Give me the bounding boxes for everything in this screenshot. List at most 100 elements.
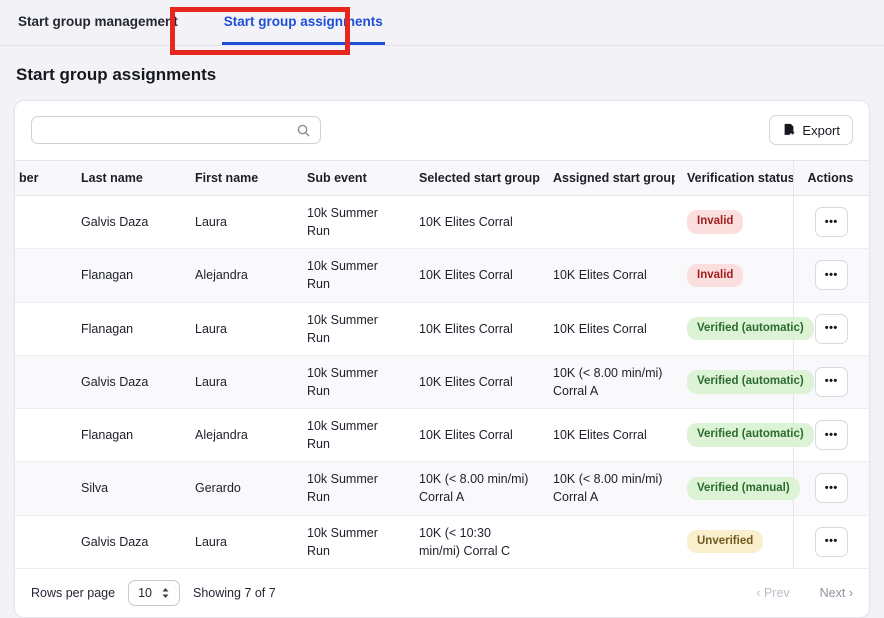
column-header-sub-event: Sub event — [295, 161, 407, 196]
cell-assigned-start-group — [541, 515, 675, 568]
column-header-selected-start-group: Selected start group — [407, 161, 541, 196]
row-actions-menu-button[interactable]: ••• — [815, 314, 848, 344]
pagination: ‹ Prev Next › — [756, 586, 853, 600]
cell-bib-number — [15, 515, 69, 568]
column-header-actions: Actions — [793, 161, 869, 196]
verification-status-badge: Invalid — [687, 264, 743, 288]
cell-actions: ••• — [793, 249, 869, 302]
next-page-button[interactable]: Next › — [820, 586, 853, 600]
tab-start-group-assignments[interactable]: Start group assignments — [222, 0, 385, 45]
rows-per-page-select[interactable]: 10 — [128, 580, 180, 606]
cell-sub-event: 10k Summer Run — [295, 409, 407, 462]
cell-last-name: Silva — [69, 462, 183, 515]
cell-verification-status: Invalid — [675, 196, 793, 249]
tab-start-group-management[interactable]: Start group management — [16, 0, 180, 45]
column-header-verification-status: Verification status — [675, 161, 793, 196]
verification-status-badge: Verified (automatic) — [687, 317, 814, 341]
cell-verification-status: Verified (automatic) — [675, 302, 793, 355]
cell-verification-status: Invalid — [675, 249, 793, 302]
cell-bib-number — [15, 302, 69, 355]
cell-bib-number — [15, 355, 69, 408]
assignments-table: ber Last name First name Sub event Selec… — [15, 160, 869, 569]
cell-sub-event: 10k Summer Run — [295, 515, 407, 568]
cell-last-name: Flanagan — [69, 302, 183, 355]
column-header-first-name: First name — [183, 161, 295, 196]
rows-per-page-label: Rows per page — [31, 586, 115, 600]
verification-status-badge: Unverified — [687, 530, 763, 554]
column-header-assigned-start-group: Assigned start group — [541, 161, 675, 196]
cell-verification-status: Verified (automatic) — [675, 409, 793, 462]
cell-first-name: Laura — [183, 196, 295, 249]
row-actions-menu-button[interactable]: ••• — [815, 527, 848, 557]
search-icon — [296, 123, 311, 138]
assignments-card: Export ber Last name First name Sub even… — [14, 100, 870, 618]
cell-actions: ••• — [793, 462, 869, 515]
cell-verification-status: Verified (automatic) — [675, 355, 793, 408]
table-row: Galvis DazaLaura10k Summer Run10K (< 10:… — [15, 515, 869, 568]
cell-actions: ••• — [793, 196, 869, 249]
verification-status-badge: Verified (automatic) — [687, 423, 814, 447]
cell-selected-start-group: 10K Elites Corral — [407, 409, 541, 462]
cell-assigned-start-group: 10K Elites Corral — [541, 409, 675, 462]
cell-selected-start-group: 10K Elites Corral — [407, 249, 541, 302]
page-title: Start group assignments — [16, 65, 868, 85]
cell-last-name: Flanagan — [69, 409, 183, 462]
cell-first-name: Laura — [183, 302, 295, 355]
table-row: FlanaganAlejandra10k Summer Run10K Elite… — [15, 409, 869, 462]
cell-bib-number — [15, 462, 69, 515]
row-actions-menu-button[interactable]: ••• — [815, 473, 848, 503]
table-row: Galvis DazaLaura10k Summer Run10K Elites… — [15, 196, 869, 249]
cell-assigned-start-group: 10K Elites Corral — [541, 302, 675, 355]
cell-last-name: Galvis Daza — [69, 515, 183, 568]
cell-first-name: Alejandra — [183, 409, 295, 462]
showing-count-text: Showing 7 of 7 — [193, 586, 276, 600]
search-box[interactable] — [31, 116, 321, 144]
table-toolbar: Export — [15, 101, 869, 160]
column-header-last-name: Last name — [69, 161, 183, 196]
table-row: FlanaganAlejandra10k Summer Run10K Elite… — [15, 249, 869, 302]
cell-first-name: Gerardo — [183, 462, 295, 515]
cell-assigned-start-group: 10K (< 8.00 min/mi) Corral A — [541, 462, 675, 515]
cell-bib-number — [15, 249, 69, 302]
cell-last-name: Galvis Daza — [69, 196, 183, 249]
cell-bib-number — [15, 196, 69, 249]
rows-per-page-value: 10 — [138, 586, 152, 600]
cell-sub-event: 10k Summer Run — [295, 249, 407, 302]
row-actions-menu-button[interactable]: ••• — [815, 207, 848, 237]
table-row: Galvis DazaLaura10k Summer Run10K Elites… — [15, 355, 869, 408]
verification-status-badge: Verified (manual) — [687, 477, 800, 501]
table-header-row: ber Last name First name Sub event Selec… — [15, 161, 869, 196]
export-button-label: Export — [802, 123, 840, 138]
cell-last-name: Flanagan — [69, 249, 183, 302]
cell-first-name: Laura — [183, 355, 295, 408]
verification-status-badge: Verified (automatic) — [687, 370, 814, 394]
cell-assigned-start-group — [541, 196, 675, 249]
cell-bib-number — [15, 409, 69, 462]
export-button[interactable]: Export — [769, 115, 853, 145]
column-header-bib-number-truncated: ber — [15, 161, 69, 196]
table-row: FlanaganLaura10k Summer Run10K Elites Co… — [15, 302, 869, 355]
cell-actions: ••• — [793, 515, 869, 568]
cell-sub-event: 10k Summer Run — [295, 462, 407, 515]
cell-first-name: Laura — [183, 515, 295, 568]
cell-verification-status: Unverified — [675, 515, 793, 568]
cell-verification-status: Verified (manual) — [675, 462, 793, 515]
prev-page-button[interactable]: ‹ Prev — [756, 586, 789, 600]
cell-selected-start-group: 10K Elites Corral — [407, 196, 541, 249]
row-actions-menu-button[interactable]: ••• — [815, 260, 848, 290]
table-body: Galvis DazaLaura10k Summer Run10K Elites… — [15, 196, 869, 569]
row-actions-menu-button[interactable]: ••• — [815, 367, 848, 397]
search-input[interactable] — [41, 123, 296, 137]
table-row: SilvaGerardo10k Summer Run10K (< 8.00 mi… — [15, 462, 869, 515]
cell-last-name: Galvis Daza — [69, 355, 183, 408]
row-actions-menu-button[interactable]: ••• — [815, 420, 848, 450]
export-icon — [782, 123, 796, 137]
cell-assigned-start-group: 10K (< 8.00 min/mi) Corral A — [541, 355, 675, 408]
cell-selected-start-group: 10K (< 10:30 min/mi) Corral C — [407, 515, 541, 568]
verification-status-badge: Invalid — [687, 210, 743, 234]
cell-assigned-start-group: 10K Elites Corral — [541, 249, 675, 302]
cell-selected-start-group: 10K (< 8.00 min/mi) Corral A — [407, 462, 541, 515]
cell-first-name: Alejandra — [183, 249, 295, 302]
cell-sub-event: 10k Summer Run — [295, 355, 407, 408]
tab-bar: Start group management Start group assig… — [0, 0, 884, 46]
